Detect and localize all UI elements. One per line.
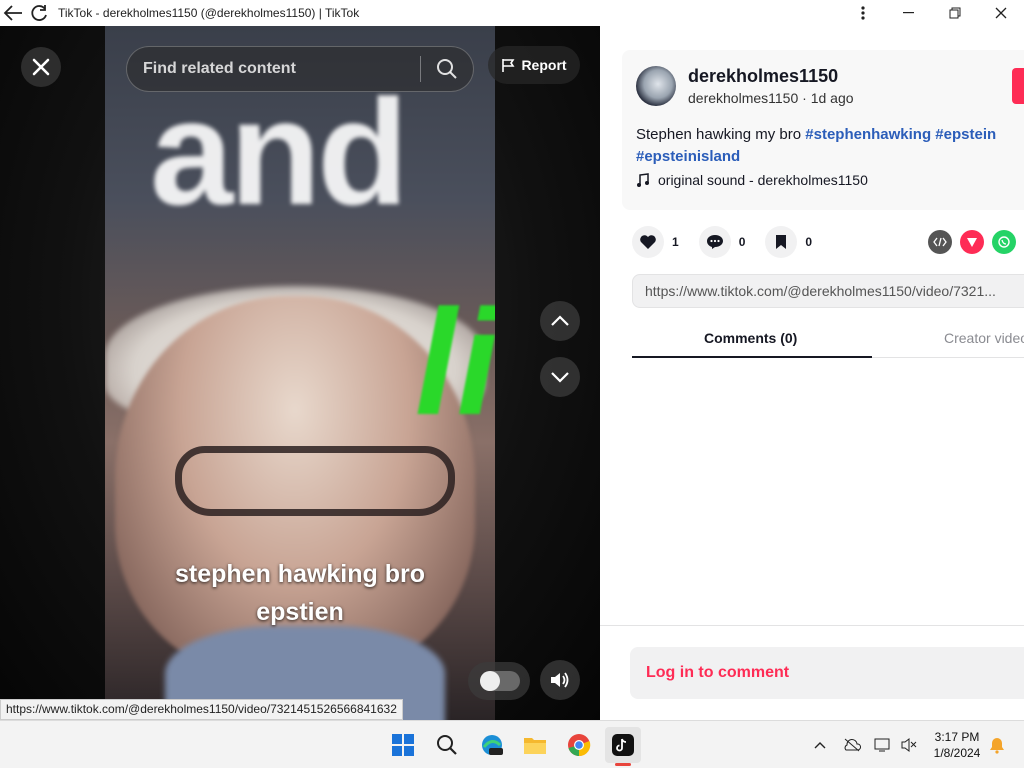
- taskbar: 3:17 PM 1/8/2024: [0, 720, 1024, 768]
- report-label: Report: [521, 57, 567, 73]
- search-icon[interactable]: [421, 58, 473, 80]
- like-count: 1: [672, 235, 679, 249]
- toggle-track: [480, 671, 520, 691]
- maximize-icon[interactable]: [932, 0, 978, 26]
- comment-button[interactable]: 0: [698, 226, 746, 258]
- close-window-icon[interactable]: [978, 0, 1024, 26]
- search-input[interactable]: Find related content: [126, 46, 474, 92]
- post-info-card: derekholmes1150 derekholmes1150 · 1d ago…: [622, 50, 1024, 210]
- heart-icon: [632, 226, 664, 258]
- save-button[interactable]: 0: [765, 226, 812, 258]
- back-arrow-icon[interactable]: [0, 0, 26, 26]
- next-video-button[interactable]: [540, 357, 580, 397]
- volume-muted-icon[interactable]: [898, 733, 920, 757]
- video-player: and li stephen hawking bro epstien Find …: [0, 26, 600, 720]
- chevron-up-icon[interactable]: [809, 733, 831, 757]
- caption-line-1: stephen hawking bro: [174, 560, 426, 588]
- edge-preview-icon[interactable]: [476, 729, 508, 761]
- tab-bar: Comments (0) Creator videos: [632, 326, 1024, 358]
- chrome-icon[interactable]: [563, 729, 595, 761]
- windows-start-icon[interactable]: [387, 729, 419, 761]
- onedrive-offline-icon[interactable]: [841, 733, 863, 757]
- close-icon: [32, 58, 50, 76]
- file-explorer-icon[interactable]: [519, 729, 551, 761]
- window-title: TikTok - derekholmes1150 (@derekholmes11…: [58, 6, 360, 20]
- video-green-text: li: [415, 278, 495, 446]
- action-bar: 1 0 0: [632, 226, 832, 258]
- copy-link-field[interactable]: https://www.tiktok.com/@derekholmes1150/…: [632, 274, 1024, 308]
- search-icon[interactable]: [431, 729, 463, 761]
- follow-button[interactable]: [1012, 68, 1024, 104]
- speaker-icon: [551, 672, 569, 688]
- bookmark-icon: [765, 226, 798, 258]
- like-button[interactable]: 1: [632, 226, 679, 258]
- notification-bell-icon[interactable]: [986, 733, 1008, 757]
- embed-icon[interactable]: [928, 230, 952, 254]
- comment-count: 0: [738, 235, 746, 249]
- tab-creator-videos[interactable]: Creator videos: [944, 330, 1024, 346]
- active-tab-indicator: [632, 356, 872, 358]
- post-detail-panel: derekholmes1150 derekholmes1150 · 1d ago…: [600, 26, 1024, 720]
- post-description: Stephen hawking my bro #stephenhawking #…: [636, 124, 1024, 168]
- chevron-down-icon: [551, 372, 569, 383]
- clock-date: 1/8/2024: [933, 746, 981, 760]
- status-bar-url: https://www.tiktok.com/@derekholmes1150/…: [0, 699, 403, 720]
- volume-button[interactable]: [540, 660, 580, 700]
- tab-comments[interactable]: Comments (0): [704, 330, 797, 346]
- avatar[interactable]: [636, 66, 676, 106]
- divider: [600, 625, 1024, 626]
- author-subline: derekholmes1150 · 1d ago: [688, 90, 854, 106]
- autoscroll-toggle[interactable]: [468, 662, 530, 700]
- description-text: Stephen hawking my bro: [636, 126, 806, 143]
- more-vertical-icon[interactable]: [840, 0, 886, 26]
- clock-time: 3:17 PM: [934, 730, 980, 744]
- hashtag-link[interactable]: #epstein: [935, 126, 996, 143]
- caption-line-2: epstien: [256, 598, 344, 626]
- flag-icon: [502, 58, 515, 72]
- save-count: 0: [805, 235, 813, 249]
- active-app-indicator: [615, 763, 631, 766]
- author-username[interactable]: derekholmes1150: [688, 66, 838, 87]
- hashtag-link[interactable]: #epsteinisland: [636, 148, 740, 165]
- search-placeholder: Find related content: [143, 60, 296, 77]
- sound-link[interactable]: original sound - derekholmes1150: [636, 172, 868, 188]
- close-player-button[interactable]: [21, 47, 61, 87]
- system-clock[interactable]: 3:17 PM 1/8/2024: [924, 729, 990, 761]
- hashtag-link[interactable]: #stephenhawking: [805, 126, 931, 143]
- music-note-icon: [637, 173, 649, 187]
- title-bar: TikTok - derekholmes1150 (@derekholmes11…: [0, 0, 1024, 26]
- login-to-comment-button[interactable]: Log in to comment: [630, 647, 1024, 699]
- comment-icon: [698, 226, 731, 258]
- previous-video-button[interactable]: [540, 301, 580, 341]
- minimize-icon[interactable]: [886, 0, 932, 26]
- video-glasses: [175, 446, 455, 516]
- report-button[interactable]: Report: [488, 46, 580, 84]
- sound-name: original sound - derekholmes1150: [658, 172, 868, 188]
- chevron-up-icon: [551, 315, 569, 326]
- whatsapp-icon[interactable]: [992, 230, 1016, 254]
- toggle-knob: [480, 671, 500, 691]
- reload-icon[interactable]: [26, 0, 52, 26]
- send-icon[interactable]: [960, 230, 984, 254]
- network-icon[interactable]: [872, 733, 894, 757]
- tiktok-icon[interactable]: [605, 727, 641, 763]
